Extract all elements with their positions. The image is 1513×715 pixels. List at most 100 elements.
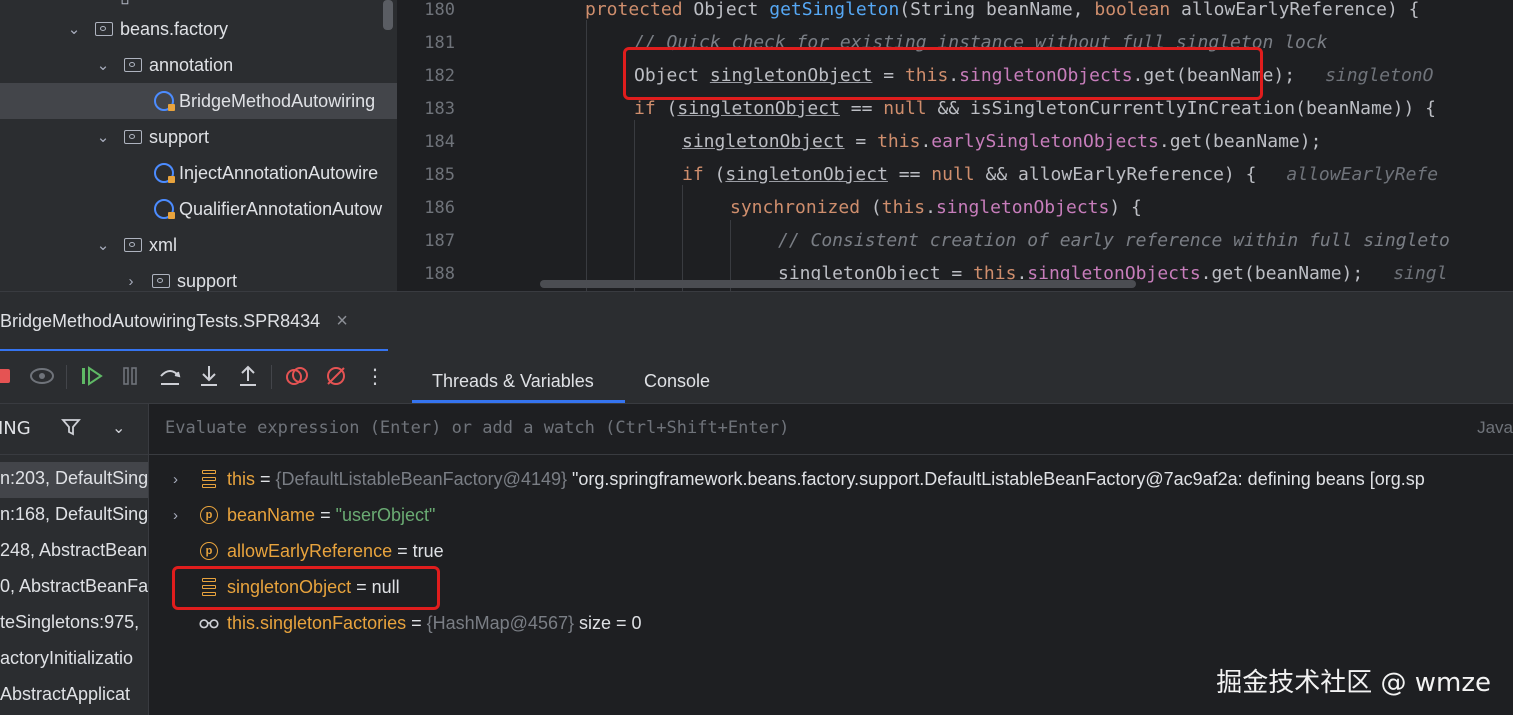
view-breakpoints-eye-icon[interactable] [29, 363, 55, 389]
stack-frame[interactable]: actoryInitializatio [0, 648, 133, 669]
line-number: 185 [424, 165, 455, 185]
code-token: if [634, 98, 656, 119]
code-token: . [925, 197, 936, 218]
variable-row-beanname[interactable]: › p beanName = "userObject" [149, 497, 1513, 533]
editor-horizontal-scrollbar[interactable] [540, 280, 1136, 288]
chevron-down-icon[interactable]: ⌄ [93, 56, 113, 74]
pause-icon[interactable] [117, 363, 143, 389]
tab-threads-variables[interactable]: Threads & Variables [432, 359, 594, 403]
inline-value-hint: singl [1393, 263, 1448, 284]
chevron-down-icon[interactable]: ⌄ [93, 236, 113, 254]
variable-eq: = [315, 504, 336, 525]
line-number: 188 [424, 264, 455, 284]
chevron-right-icon[interactable]: › [173, 507, 178, 524]
stack-frame[interactable]: 248, AbstractBean [0, 540, 147, 561]
watch-language[interactable]: Java [1477, 418, 1513, 438]
code-token: == [887, 164, 932, 185]
code-variable: singletonObject [677, 98, 840, 119]
tree-scrollbar[interactable] [383, 0, 393, 30]
stack-frame[interactable]: n:168, DefaultSing [0, 504, 148, 525]
code-token: ( [655, 98, 678, 119]
step-over-icon[interactable] [157, 363, 183, 389]
code-token: && allowEarlyReference) { [974, 164, 1257, 185]
tree-item-bridgemethodautowiring[interactable]: BridgeMethodAutowiring [0, 83, 397, 119]
variable-value: "org.springframework.beans.factory.suppo… [567, 468, 1425, 489]
tree-item-beans-factory[interactable]: ⌄ beans.factory [0, 11, 397, 47]
code-token: null [931, 164, 975, 185]
variable-row-alloweearlyreference[interactable]: p allowEarlyReference = true [149, 533, 1513, 569]
filter-icon[interactable] [60, 416, 82, 442]
debug-session-tabbar: BridgeMethodAutowiringTests.SPR8434 × [0, 291, 1513, 352]
variable-eq: = [406, 612, 427, 633]
code-field: singletonObjects [935, 197, 1110, 218]
code-token: ) { [1109, 197, 1142, 218]
thread-selector[interactable]: ING ⌄ [0, 404, 148, 455]
tab-label: Console [644, 370, 711, 391]
inline-value-hint: singletonO [1325, 65, 1434, 86]
stack-frame[interactable]: n:203, DefaultSing [0, 468, 148, 489]
code-token: .get(beanName); [1200, 263, 1364, 284]
stack-frame[interactable]: AbstractApplicat [0, 684, 130, 705]
code-token: && isSingletonCurrentlyInCreation(beanNa… [926, 98, 1436, 119]
variable-name: beanName [227, 504, 316, 525]
code-token: boolean [1094, 0, 1171, 20]
indent-guide [586, 20, 587, 291]
code-token: if [682, 164, 704, 185]
variable-row-this[interactable]: › this = {DefaultListableBeanFactory@414… [149, 461, 1513, 497]
chevron-right-icon[interactable]: › [121, 273, 141, 290]
highlight-box-variable [172, 566, 440, 610]
java-class-icon [154, 199, 175, 219]
java-class-icon [154, 91, 175, 111]
stack-icon [199, 469, 219, 489]
tree-item-support[interactable]: ⌄ support [0, 119, 397, 155]
line-number: 184 [424, 132, 455, 152]
close-icon[interactable]: × [336, 310, 348, 333]
chevron-right-icon[interactable]: › [173, 471, 178, 488]
variable-eq: = [255, 468, 276, 489]
variable-eq: = [392, 540, 413, 561]
code-token: ( [860, 197, 882, 218]
tree-item-xml[interactable]: ⌄ xml [0, 227, 397, 263]
tab-console[interactable]: Console [644, 359, 710, 403]
step-out-icon[interactable] [235, 363, 261, 389]
step-into-icon[interactable] [196, 363, 222, 389]
tree-item-qualifierannotationautow[interactable]: QualifierAnnotationAutow [0, 191, 397, 227]
code-token: == [839, 98, 884, 119]
stack-frame[interactable]: teSingletons:975, [0, 612, 139, 633]
tree-item-label: BridgeMethodAutowiring [179, 90, 376, 111]
debug-session-tab[interactable]: BridgeMethodAutowiringTests.SPR8434 × [0, 292, 348, 350]
stack-frame[interactable]: 0, AbstractBeanFa [0, 576, 148, 597]
inline-value-hint: allowEarlyRefe [1286, 164, 1439, 185]
code-token: allowEarlyReference) { [1170, 0, 1420, 20]
code-token: this [881, 197, 926, 218]
variable-row-singletonfactories[interactable]: this.singletonFactories = {HashMap@4567}… [149, 605, 1513, 641]
code-editor[interactable]: 180 181 182 183 184 185 186 187 188 prot… [397, 0, 1513, 291]
more-options-icon[interactable]: ⋮ [362, 363, 388, 389]
parameter-icon: p [199, 505, 219, 525]
stop-icon[interactable] [0, 363, 16, 389]
frames-panel: ING ⌄ n:203, DefaultSing n:168, DefaultS… [0, 404, 149, 715]
code-variable: singletonObject [725, 164, 888, 185]
line-number: 183 [424, 99, 455, 119]
code-line-180: protected Object getSingleton(String bea… [585, 0, 1419, 20]
variable-name: allowEarlyReference [227, 540, 393, 561]
tree-item-label: InjectAnnotationAutowire [179, 162, 379, 183]
code-token: (String beanName, [899, 0, 1095, 20]
code-token: ( [703, 164, 726, 185]
chevron-down-icon[interactable]: ⌄ [112, 418, 125, 437]
code-line-184: singletonObject = this.earlySingletonObj… [682, 131, 1321, 152]
java-class-icon [154, 163, 175, 183]
watch-input[interactable]: Evaluate expression (Enter) or add a wat… [149, 404, 1513, 455]
tree-item-xml-support[interactable]: › support [0, 263, 397, 291]
resume-icon[interactable] [79, 363, 105, 389]
tree-item-injectannotationautowire[interactable]: InjectAnnotationAutowire [0, 155, 397, 191]
code-token: synchronized [730, 197, 861, 218]
chevron-down-icon[interactable]: ⌄ [93, 128, 113, 146]
tree-item-annotation[interactable]: ⌄ annotation [0, 47, 397, 83]
watch-placeholder: Evaluate expression (Enter) or add a wat… [165, 418, 790, 438]
view-breakpoints-icon[interactable] [284, 363, 310, 389]
code-token: Object [693, 0, 770, 20]
code-token: null [883, 98, 927, 119]
mute-breakpoints-icon[interactable] [323, 363, 349, 389]
chevron-down-icon[interactable]: ⌄ [64, 20, 84, 38]
